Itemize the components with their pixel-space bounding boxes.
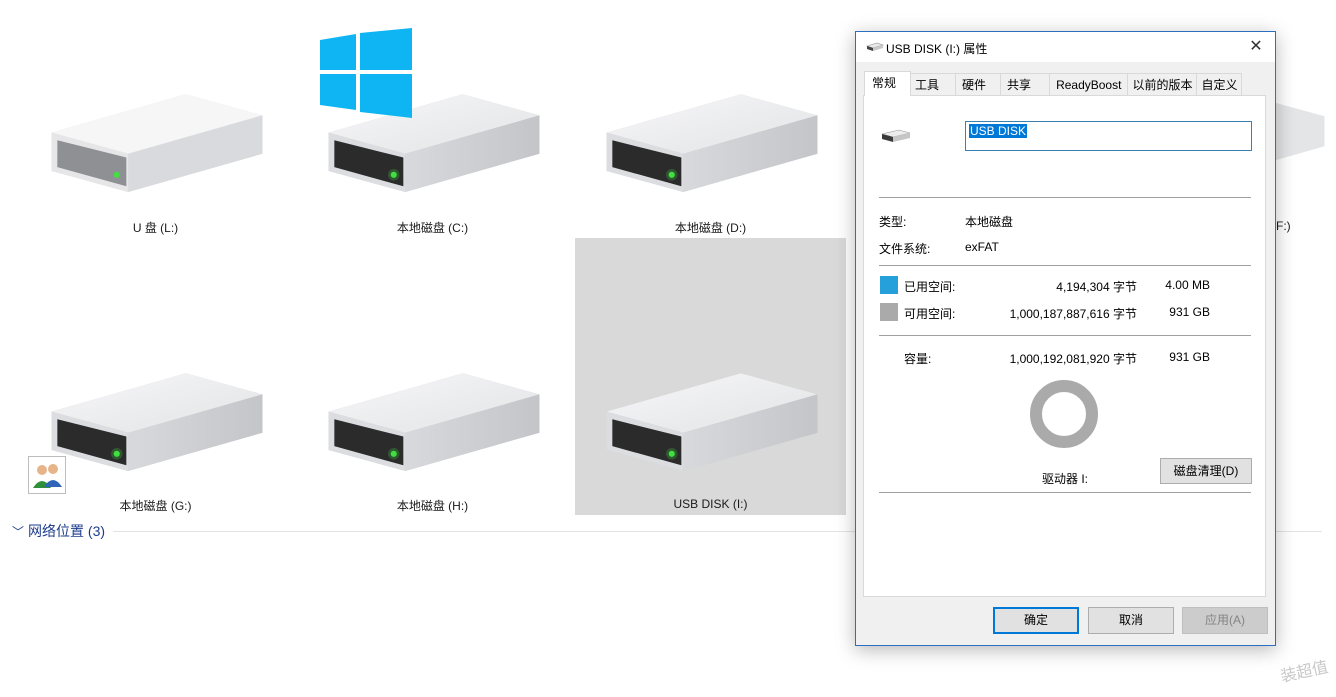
usb-drive-small-icon [866, 42, 884, 51]
free-space-size: 931 GB [1169, 305, 1210, 319]
capacity-bytes: 1,000,192,081,920 字节 [1009, 352, 1137, 366]
capacity-label: 容量: [904, 352, 932, 366]
tab-general[interactable]: 常规 [864, 71, 912, 96]
drive-label: 本地磁盘 (D:) [674, 221, 747, 235]
tab-bar: 常规 工具 硬件 共享 ReadyBoost 以前的版本 自定义 [864, 71, 1243, 96]
chevron-down-icon[interactable]: ﹀ [12, 523, 24, 540]
drive-tile-f[interactable]: (F:) [1272, 80, 1336, 240]
filesystem-value: exFAT [965, 240, 999, 254]
drive-label: U 盘 (L:) [132, 221, 179, 235]
tab-readyboost[interactable]: ReadyBoost [1050, 73, 1129, 96]
free-space-ring [1030, 380, 1098, 448]
drive-tile-l[interactable]: U 盘 (L:) [20, 0, 291, 237]
used-space-swatch [880, 276, 898, 294]
cancel-button[interactable]: 取消 [1088, 607, 1174, 634]
dialog-titlebar[interactable]: USB DISK (I:) 属性 ✕ [856, 32, 1275, 62]
usb-drive-icon [881, 129, 911, 142]
type-value: 本地磁盘 [965, 215, 1014, 229]
drive-tile-d[interactable]: 本地磁盘 (D:) [575, 0, 846, 237]
drive-tile-h[interactable]: 本地磁盘 (H:) [297, 238, 568, 515]
usb-drive-icon [51, 94, 263, 193]
general-panel: USB DISK 类型: 本地磁盘 文件系统: exFAT 已用空间: 4,19… [863, 95, 1266, 597]
filesystem-label: 文件系统: [879, 242, 931, 256]
divider [879, 492, 1251, 493]
windows-logo-icon [320, 28, 412, 118]
free-space-swatch [880, 303, 898, 321]
tab-customize[interactable]: 自定义 [1197, 73, 1243, 96]
drive-label: 本地磁盘 (G:) [119, 499, 192, 513]
properties-dialog: USB DISK (I:) 属性 ✕ 常规 工具 硬件 共享 ReadyBoos… [855, 31, 1276, 646]
close-icon[interactable]: ✕ [1245, 36, 1267, 58]
hard-drive-icon [51, 373, 263, 472]
hard-drive-icon [1272, 101, 1325, 162]
usage-donut-chart [1030, 380, 1098, 448]
drive-label: USB DISK (I:) [673, 497, 748, 511]
drive-label: 本地磁盘 (H:) [396, 499, 469, 513]
network-locations-label: 网络位置 (3) [28, 523, 106, 539]
volume-name-input[interactable]: USB DISK [965, 121, 1252, 151]
apply-button[interactable]: 应用(A) [1182, 607, 1268, 634]
divider [879, 335, 1251, 336]
free-space-bytes: 1,000,187,887,616 字节 [1009, 307, 1137, 321]
tab-sharing[interactable]: 共享 [1001, 73, 1051, 96]
free-space-label: 可用空间: [904, 307, 956, 321]
used-space-bytes: 4,194,304 字节 [1056, 280, 1137, 294]
hard-drive-icon [606, 373, 818, 472]
volume-name-value: USB DISK [969, 124, 1028, 138]
tab-previous-versions[interactable]: 以前的版本 [1128, 73, 1198, 96]
drive-label: 本地磁盘 (C:) [396, 221, 469, 235]
capacity-size: 931 GB [1169, 350, 1210, 364]
drive-letter-label: 驱动器 I: [1042, 472, 1089, 486]
disk-cleanup-button[interactable]: 磁盘清理(D) [1160, 458, 1252, 484]
divider [879, 265, 1251, 266]
drive-tile-i[interactable]: USB DISK (I:) [575, 238, 846, 515]
watermark: 装超值 [1279, 659, 1330, 686]
dialog-title: USB DISK (I:) 属性 [886, 42, 988, 56]
ok-button[interactable]: 确定 [993, 607, 1079, 634]
shared-users-icon [28, 456, 66, 494]
tab-tools[interactable]: 工具 [911, 73, 957, 96]
used-space-label: 已用空间: [904, 280, 956, 294]
hard-drive-icon [328, 373, 540, 472]
used-space-size: 4.00 MB [1165, 278, 1210, 292]
hard-drive-icon [606, 94, 818, 193]
tab-hardware[interactable]: 硬件 [956, 73, 1002, 96]
divider [879, 197, 1251, 198]
type-label: 类型: [879, 215, 907, 229]
